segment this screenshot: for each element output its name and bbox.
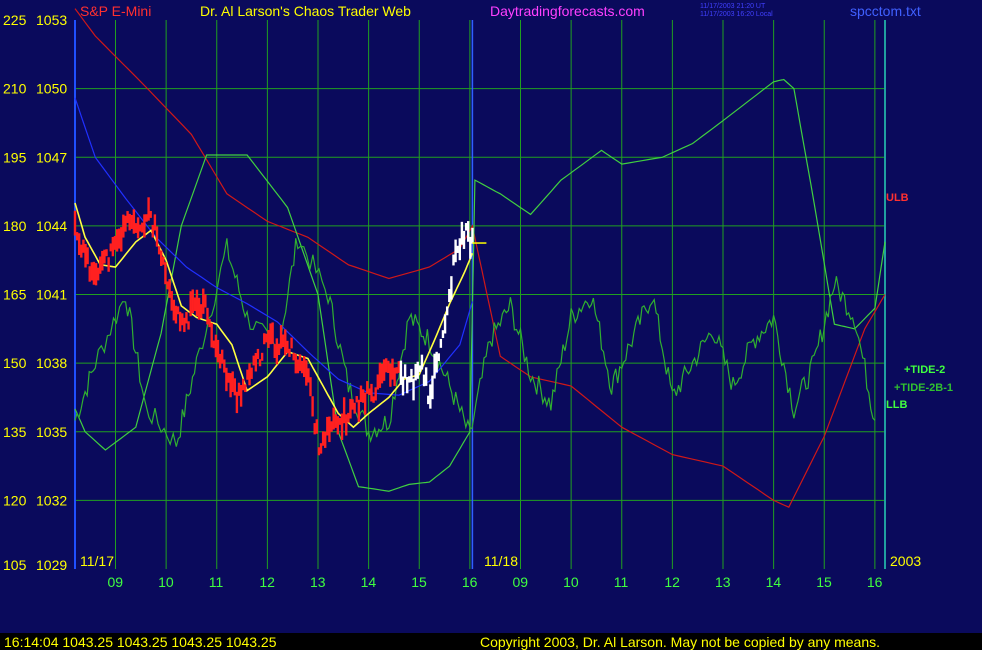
price-axis-tick: 1050: [36, 81, 67, 97]
price-axis-tick: 1029: [36, 557, 67, 573]
copyright: Copyright 2003, Dr. Al Larson. May not b…: [480, 634, 880, 650]
time-axis-tick: 13: [715, 574, 731, 590]
time-axis-tick: 10: [563, 574, 579, 590]
price-axis-tick: 1038: [36, 355, 67, 371]
time-axis-tick: 10: [158, 574, 174, 590]
left-axis-tick: 180: [3, 218, 27, 234]
chart-subtitle: Dr. Al Larson's Chaos Trader Web: [200, 3, 411, 19]
time-axis-tick: 16: [462, 574, 478, 590]
time-axis-tick: 14: [766, 574, 782, 590]
left-axis-tick: 120: [3, 492, 27, 508]
price-axis-tick: 1041: [36, 287, 67, 303]
data-filename: spcctom.txt: [850, 3, 921, 19]
price-axis-tick: 1035: [36, 424, 67, 440]
price-readout: 16:14:04 1043.25 1043.25 1043.25 1043.25: [4, 634, 277, 650]
date-marker-1: 11/17: [80, 553, 114, 569]
left-axis-tick: 135: [3, 424, 27, 440]
price-axis-tick: 1047: [36, 149, 67, 165]
chart-canvas: 225 1053 210 1050 195 1047 180 1044 165 1041 150 10…: [0, 0, 982, 650]
year-marker: 2003: [890, 553, 921, 569]
time-axis-tick: 11: [614, 574, 629, 590]
left-axis-tick: 105: [3, 557, 27, 573]
time-axis-tick: 09: [513, 574, 529, 590]
time-axis-tick: 12: [259, 574, 275, 590]
left-axis-tick: 225: [3, 12, 27, 28]
label-ulb: ULB: [886, 192, 909, 204]
label-tide-2: +TIDE-2: [904, 364, 945, 376]
price-axis-tick: 1044: [36, 218, 67, 234]
label-tide-2b-1: +TIDE-2B-1: [894, 382, 953, 394]
price-axis-tick: 1032: [36, 492, 67, 508]
price-axis-tick: 1053: [36, 12, 67, 28]
chart-title: S&P E-Mini: [80, 3, 151, 19]
timestamp-local: 11/17/2003 16:20 Local: [700, 11, 773, 18]
left-axis-tick: 165: [3, 287, 27, 303]
left-axis-tick: 150: [3, 355, 27, 371]
time-axis-tick: 09: [108, 574, 124, 590]
date-marker-2: 11/18: [484, 553, 518, 569]
time-axis-tick: 13: [310, 574, 326, 590]
label-llb: LLB: [886, 399, 907, 411]
time-axis-tick: 12: [664, 574, 680, 590]
time-axis-tick: 15: [816, 574, 832, 590]
left-axis-tick: 210: [3, 81, 27, 97]
chart-window: 225 1053 210 1050 195 1047 180 1044 165 1041 150 10…: [0, 0, 982, 650]
website-link[interactable]: Daytradingforecasts.com: [490, 3, 645, 19]
time-axis-tick: 15: [411, 574, 427, 590]
left-axis-tick: 195: [3, 149, 27, 165]
time-axis-tick: 16: [867, 574, 883, 590]
time-axis-tick: 14: [361, 574, 377, 590]
time-axis-tick: 11: [209, 574, 224, 590]
timestamp-ut: 11/17/2003 21:20 UT: [700, 3, 766, 10]
